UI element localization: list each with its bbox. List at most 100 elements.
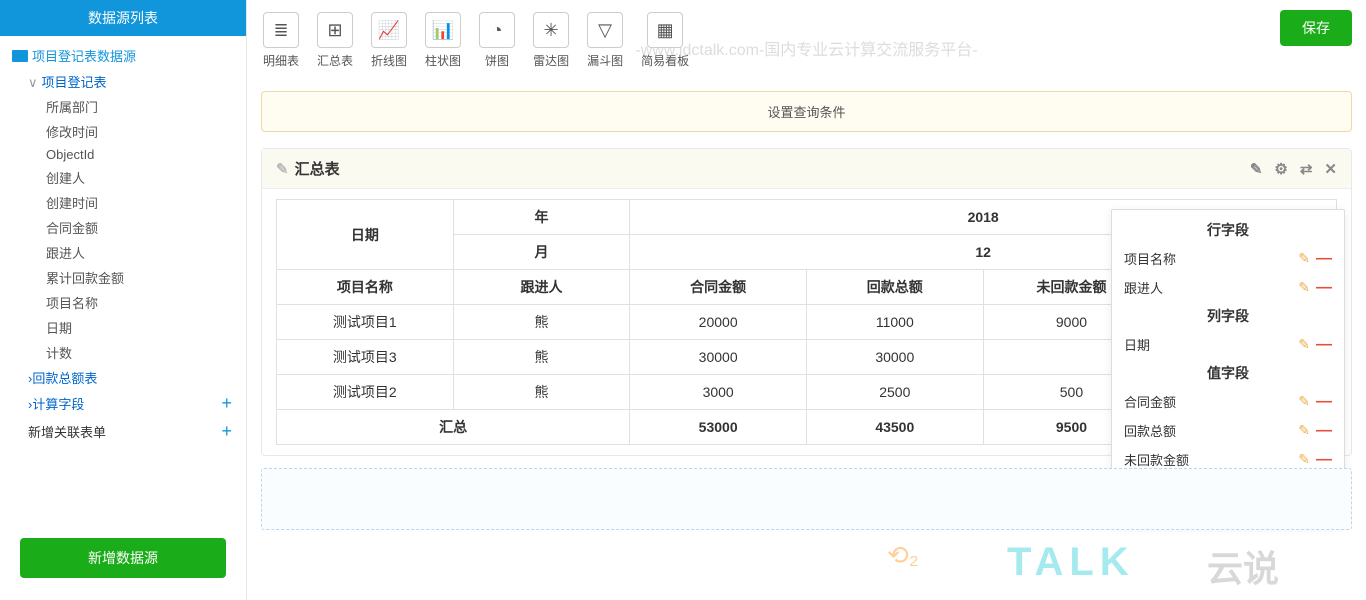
- tree-field-item[interactable]: 合同金额: [10, 215, 246, 240]
- tree2-label: 回款总额表: [32, 371, 97, 386]
- table-column-header: 项目名称: [277, 270, 454, 305]
- field-config-row: 合同金额✎—: [1122, 387, 1334, 416]
- new-datasource-button[interactable]: 新增数据源: [20, 538, 226, 578]
- save-button[interactable]: 保存: [1280, 10, 1352, 46]
- chart-type-label: 简易看板: [641, 52, 689, 69]
- field-config-row: 日期 ✎ —: [1122, 330, 1334, 359]
- table-cell: 3000: [630, 375, 807, 410]
- main-content: -www.idctalk.com-国内专业云计算交流服务平台- -www.idc…: [247, 0, 1366, 600]
- query-condition-bar[interactable]: 设置查询条件: [261, 91, 1352, 132]
- tree-l1-label: 项目登记表: [42, 75, 107, 90]
- val-fields-title: 值字段: [1122, 359, 1334, 387]
- edit-icon[interactable]: ✎: [1298, 336, 1310, 353]
- summary-cell: 43500: [806, 410, 983, 445]
- chart-type-label: 汇总表: [317, 52, 353, 69]
- tree-field-item[interactable]: 项目名称: [10, 290, 246, 315]
- plus-icon[interactable]: +: [221, 393, 232, 414]
- sidebar: 数据源列表 项目登记表数据源 ∨项目登记表 所属部门修改时间ObjectId创建…: [0, 0, 247, 600]
- col-month-label: 月: [453, 235, 630, 270]
- datasource-tree: 项目登记表数据源 ∨项目登记表 所属部门修改时间ObjectId创建人创建时间合…: [0, 36, 246, 524]
- chart-type-label: 饼图: [485, 52, 509, 69]
- tree-field-item[interactable]: 跟进人: [10, 240, 246, 265]
- table-cell: 11000: [806, 305, 983, 340]
- edit-icon[interactable]: ✎: [276, 160, 289, 178]
- table-cell: 熊: [453, 305, 630, 340]
- field-label: 项目名称: [1124, 249, 1176, 268]
- remove-icon[interactable]: —: [1316, 279, 1332, 297]
- remove-icon[interactable]: —: [1316, 451, 1332, 469]
- chart-type-明细表[interactable]: ≣明细表: [261, 10, 301, 71]
- field-label: 跟进人: [1124, 278, 1163, 297]
- root-label: 项目登记表数据源: [32, 49, 136, 64]
- table-cell: 30000: [630, 340, 807, 375]
- chart-type-饼图[interactable]: ◔ 饼图: [477, 10, 517, 71]
- swap-icon[interactable]: ⇄: [1300, 160, 1313, 178]
- table-cell: 测试项目3: [277, 340, 454, 375]
- edit-icon[interactable]: ✎: [1298, 250, 1310, 267]
- chart-type-漏斗图[interactable]: ▽ 漏斗图: [585, 10, 625, 71]
- chart-type-icon: ▦: [647, 12, 683, 48]
- tree-node-repayment-table[interactable]: ›回款总额表: [10, 365, 246, 390]
- row-fields-title: 行字段: [1122, 216, 1334, 244]
- tree-field-item[interactable]: 所属部门: [10, 94, 246, 119]
- chart-type-label: 折线图: [371, 52, 407, 69]
- query-label: 设置查询条件: [767, 105, 845, 120]
- edit-icon[interactable]: ✎: [1298, 279, 1310, 296]
- summary-cell: 53000: [630, 410, 807, 445]
- table-column-header: 回款总额: [806, 270, 983, 305]
- gear-icon[interactable]: ⚙: [1274, 160, 1287, 178]
- chart-type-icon: ◔: [479, 12, 515, 48]
- remove-icon[interactable]: —: [1316, 422, 1332, 440]
- tree-field-item[interactable]: 修改时间: [10, 119, 246, 144]
- tree-field-item[interactable]: ObjectId: [10, 144, 246, 165]
- chart-type-icon: 📈: [371, 12, 407, 48]
- chart-type-label: 漏斗图: [587, 52, 623, 69]
- tree3-label: 计算字段: [32, 397, 84, 412]
- chart-type-label: 雷达图: [533, 52, 569, 69]
- chart-type-label: 柱状图: [425, 52, 461, 69]
- remove-icon[interactable]: —: [1316, 336, 1332, 354]
- add-related-form[interactable]: 新增关联表单+: [10, 417, 246, 446]
- col-year-label: 年: [453, 200, 630, 235]
- chart-type-汇总表[interactable]: ⊞汇总表: [315, 10, 355, 71]
- tree-field-item[interactable]: 计数: [10, 340, 246, 365]
- table-cell: 测试项目1: [277, 305, 454, 340]
- tree-field-item[interactable]: 累计回款金额: [10, 265, 246, 290]
- edit-icon[interactable]: ✎: [1298, 422, 1310, 439]
- chart-type-折线图[interactable]: 📈 折线图: [369, 10, 409, 71]
- edit-icon[interactable]: ✎: [1298, 451, 1310, 468]
- tree-node-calc-field[interactable]: ›计算字段+: [10, 390, 246, 417]
- field-label: 回款总额: [1124, 421, 1176, 440]
- table-column-header: 合同金额: [630, 270, 807, 305]
- field-config-row: 回款总额 ✎ —: [1122, 416, 1334, 445]
- tree-field-item[interactable]: 创建时间: [10, 190, 246, 215]
- tree-field-item[interactable]: 创建人: [10, 165, 246, 190]
- drop-zone[interactable]: [261, 468, 1352, 530]
- tree-field-item[interactable]: 日期: [10, 315, 246, 340]
- tree-node-project-register[interactable]: ∨项目登记表: [10, 69, 246, 94]
- edit-icon[interactable]: ✎: [1250, 160, 1263, 178]
- remove-icon[interactable]: —: [1316, 393, 1332, 411]
- chart-type-柱状图[interactable]: 📊柱状图: [423, 10, 463, 71]
- remove-icon[interactable]: —: [1316, 250, 1332, 268]
- watermark-yun: 云说: [1207, 540, 1279, 592]
- field-label: 未回款金额: [1124, 450, 1189, 469]
- tree-root[interactable]: 项目登记表数据源: [10, 42, 246, 69]
- chart-type-toolbar: ≣明细表 ⊞汇总表 📈 折线图 📊柱状图 ◔ 饼图 ✳ 雷达图 ▽ 漏斗图 ▦ 简易看板 保存: [261, 10, 1352, 71]
- sidebar-title: 数据源列表: [0, 0, 246, 36]
- chart-type-icon: ✳: [533, 12, 569, 48]
- close-icon[interactable]: ✕: [1324, 160, 1337, 178]
- chart-type-简易看板[interactable]: ▦ 简易看板: [639, 10, 691, 71]
- chart-type-icon: ▽: [587, 12, 623, 48]
- table-cell: 20000: [630, 305, 807, 340]
- plus-icon[interactable]: +: [221, 421, 232, 442]
- edit-icon[interactable]: ✎: [1298, 393, 1310, 410]
- panel-header: ✎ 汇总表 ✎ ⚙ ⇄ ✕: [262, 149, 1351, 189]
- field-config-row: 跟进人 ✎ —: [1122, 273, 1334, 302]
- summary-label: 汇总: [277, 410, 630, 445]
- summary-panel: ✎ 汇总表 ✎ ⚙ ⇄ ✕ 日期 年 2018: [261, 148, 1352, 456]
- folder-icon: [12, 50, 28, 62]
- field-label: 日期: [1124, 335, 1150, 354]
- table-cell: 2500: [806, 375, 983, 410]
- chart-type-雷达图[interactable]: ✳ 雷达图: [531, 10, 571, 71]
